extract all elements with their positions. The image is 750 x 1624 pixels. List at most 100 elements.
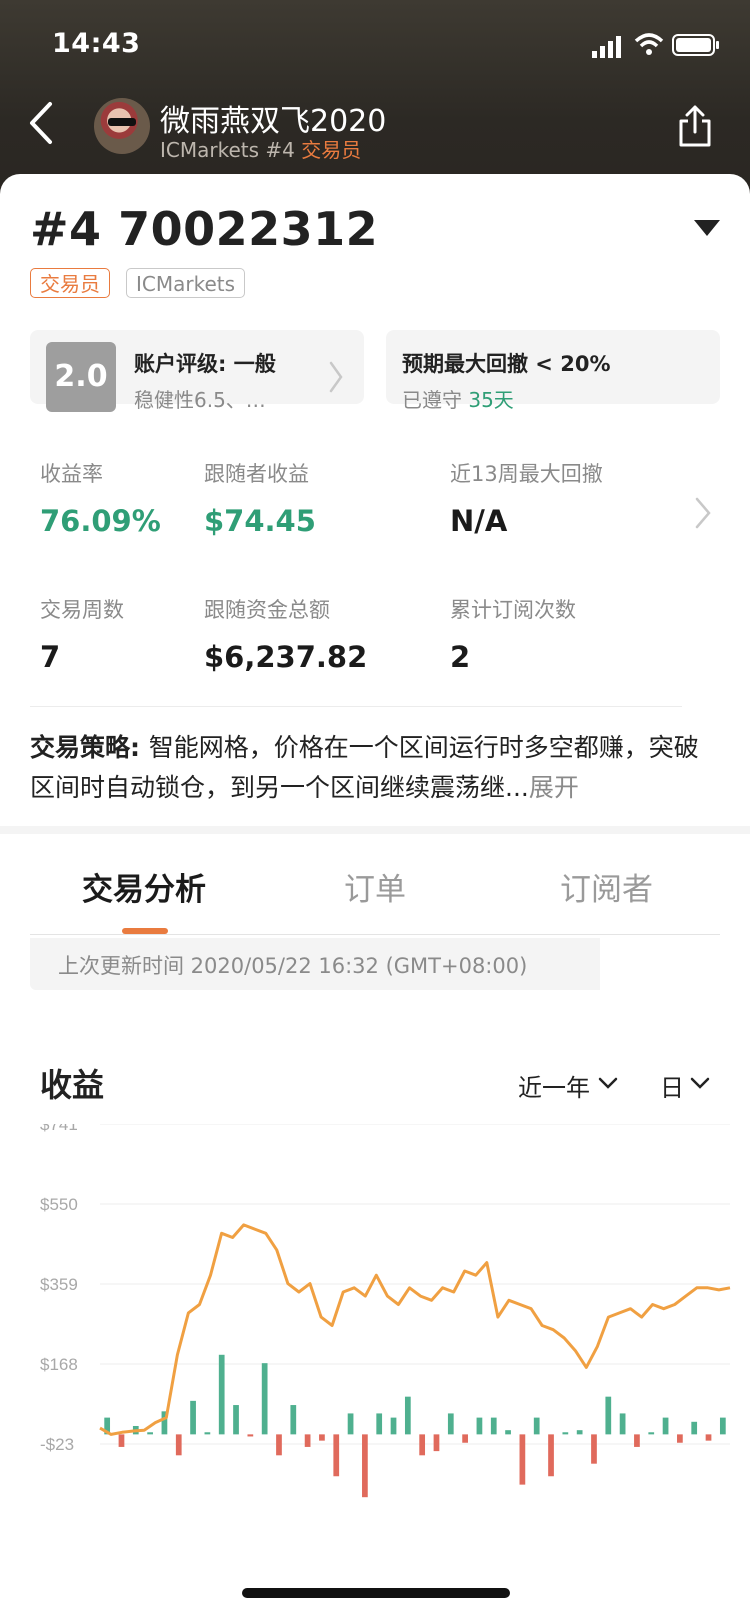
profit-bar bbox=[204, 1432, 211, 1435]
profit-bar bbox=[505, 1430, 511, 1435]
profit-bar bbox=[233, 1405, 239, 1435]
chevron-right-icon bbox=[329, 361, 343, 393]
stat-label-max-drawdown: 近13周最大回撤 bbox=[450, 462, 603, 486]
granularity-label: 日 bbox=[660, 1074, 684, 1102]
profit-bar bbox=[634, 1434, 640, 1447]
account-card: #4 70022312 交易员 ICMarkets 2.0 账户评级: 一般 稳… bbox=[0, 174, 750, 1624]
range-label: 近一年 bbox=[518, 1074, 590, 1102]
y-tick-label: $168 bbox=[40, 1355, 78, 1374]
expand-link[interactable]: 展开 bbox=[529, 773, 579, 802]
profit-bar bbox=[347, 1413, 354, 1435]
chevron-left-icon[interactable] bbox=[26, 100, 56, 146]
profit-bar bbox=[662, 1417, 669, 1435]
rating-subtitle: 稳健性6.5、… bbox=[134, 388, 266, 412]
rating-title: 账户评级: 一般 bbox=[134, 352, 276, 376]
profit-bar bbox=[433, 1434, 440, 1452]
stat-value-subscriptions: 2 bbox=[450, 640, 471, 674]
drawdown-title: 预期最大回撤 < 20% bbox=[402, 352, 611, 376]
profit-chart: $741 $550 $359 $168 -$23 bbox=[40, 1124, 731, 1498]
profit-bar bbox=[648, 1432, 655, 1435]
profit-bar bbox=[462, 1434, 468, 1443]
stat-label-trading-weeks: 交易周数 bbox=[40, 598, 124, 622]
profit-bar bbox=[376, 1413, 383, 1435]
profit-bar bbox=[533, 1417, 540, 1435]
stat-value-trading-weeks: 7 bbox=[40, 640, 61, 674]
section-separator bbox=[0, 826, 750, 834]
profit-bar bbox=[304, 1434, 311, 1447]
stat-label-return: 收益率 bbox=[40, 462, 103, 486]
drawdown-box: 预期最大回撤 < 20% 已遵守 35天 bbox=[386, 330, 720, 412]
wifi-icon bbox=[634, 33, 664, 55]
drawdown-days: 35天 bbox=[468, 388, 514, 412]
profit-bar bbox=[218, 1354, 225, 1435]
nav-bar: 微雨燕双飞2020 ICMarkets #4 交易员 bbox=[0, 88, 750, 178]
stat-value-max-drawdown: N/A bbox=[450, 504, 508, 538]
broker-label: ICMarkets #4 bbox=[160, 138, 302, 162]
y-tick-label: $741 bbox=[40, 1124, 78, 1134]
profit-bar bbox=[705, 1434, 712, 1441]
home-indicator bbox=[242, 1588, 510, 1598]
stat-label-follow-funds: 跟随资金总额 bbox=[204, 598, 330, 622]
y-tick-label: $359 bbox=[40, 1275, 78, 1294]
profit-bar bbox=[677, 1434, 683, 1443]
y-tick-label: $550 bbox=[40, 1195, 78, 1214]
profit-bar bbox=[691, 1421, 698, 1435]
profit-bar bbox=[147, 1432, 153, 1435]
profit-bar bbox=[605, 1396, 612, 1435]
profit-bar bbox=[247, 1434, 254, 1437]
chevron-down-icon bbox=[690, 1077, 710, 1089]
profit-bar bbox=[476, 1417, 483, 1435]
rating-score: 2.0 bbox=[46, 342, 116, 412]
battery-icon bbox=[672, 34, 719, 56]
last-update-text: 上次更新时间 2020/05/22 16:32 (GMT+08:00) bbox=[58, 954, 528, 978]
profit-bar bbox=[719, 1417, 726, 1435]
profit-bar bbox=[362, 1434, 368, 1498]
rating-box[interactable]: 2.0 账户评级: 一般 稳健性6.5、… bbox=[30, 330, 364, 412]
divider bbox=[30, 706, 682, 707]
profit-bar bbox=[190, 1400, 196, 1435]
stat-value-follower-profit: $74.45 bbox=[204, 504, 316, 538]
stat-value-follow-funds: $6,237.82 bbox=[204, 640, 368, 674]
stat-label-subscriptions: 累计订阅次数 bbox=[450, 598, 576, 622]
profit-bar bbox=[562, 1432, 569, 1435]
chevron-right-icon[interactable] bbox=[694, 496, 712, 530]
drawdown-status-prefix: 已遵守 bbox=[402, 388, 469, 412]
profit-bar bbox=[490, 1417, 497, 1435]
tab-underline bbox=[30, 934, 720, 935]
profit-bar bbox=[619, 1413, 626, 1435]
y-tick-label: -$23 bbox=[40, 1435, 74, 1454]
profit-bar bbox=[419, 1434, 426, 1456]
profit-bar bbox=[175, 1434, 182, 1456]
profit-bar bbox=[333, 1434, 340, 1477]
status-time: 14:43 bbox=[52, 28, 141, 59]
broker-tag: ICMarkets bbox=[126, 268, 246, 298]
account-title: #4 70022312 bbox=[30, 202, 379, 256]
cellular-signal-icon bbox=[592, 36, 621, 58]
last-update-banner: 上次更新时间 2020/05/22 16:32 (GMT+08:00) bbox=[30, 938, 600, 990]
avatar[interactable] bbox=[94, 98, 150, 154]
tab-subscribers[interactable]: 订阅者 bbox=[560, 864, 653, 909]
dropdown-arrow-icon[interactable] bbox=[694, 220, 720, 236]
share-icon[interactable] bbox=[676, 104, 714, 148]
banner-notch bbox=[600, 938, 630, 990]
profit-bar bbox=[591, 1434, 597, 1464]
chevron-down-icon bbox=[598, 1077, 618, 1089]
trader-subtitle: ICMarkets #4 交易员 bbox=[160, 134, 361, 163]
strategy-label: 交易策略: bbox=[30, 733, 149, 762]
profit-bar bbox=[519, 1434, 526, 1485]
granularity-select[interactable]: 日 bbox=[660, 1068, 684, 1103]
profit-bar bbox=[261, 1363, 268, 1435]
range-select[interactable]: 近一年 bbox=[518, 1068, 590, 1103]
profit-bar bbox=[118, 1434, 125, 1447]
profit-bar bbox=[548, 1434, 554, 1477]
profit-bar bbox=[276, 1434, 282, 1456]
stat-label-follower-profit: 跟随者收益 bbox=[204, 462, 309, 486]
profit-bar bbox=[390, 1417, 397, 1435]
tab-orders[interactable]: 订单 bbox=[344, 864, 406, 909]
profit-bar bbox=[290, 1405, 297, 1435]
status-bar: 14:43 bbox=[0, 0, 750, 88]
strategy-text[interactable]: 交易策略: 智能网格，价格在一个区间运行时多空都赚，突破区间时自动锁仓，到另一个… bbox=[30, 728, 710, 808]
tab-analysis[interactable]: 交易分析 bbox=[82, 864, 206, 909]
profit-bar bbox=[404, 1396, 411, 1435]
drawdown-status: 已遵守 35天 bbox=[402, 384, 514, 413]
